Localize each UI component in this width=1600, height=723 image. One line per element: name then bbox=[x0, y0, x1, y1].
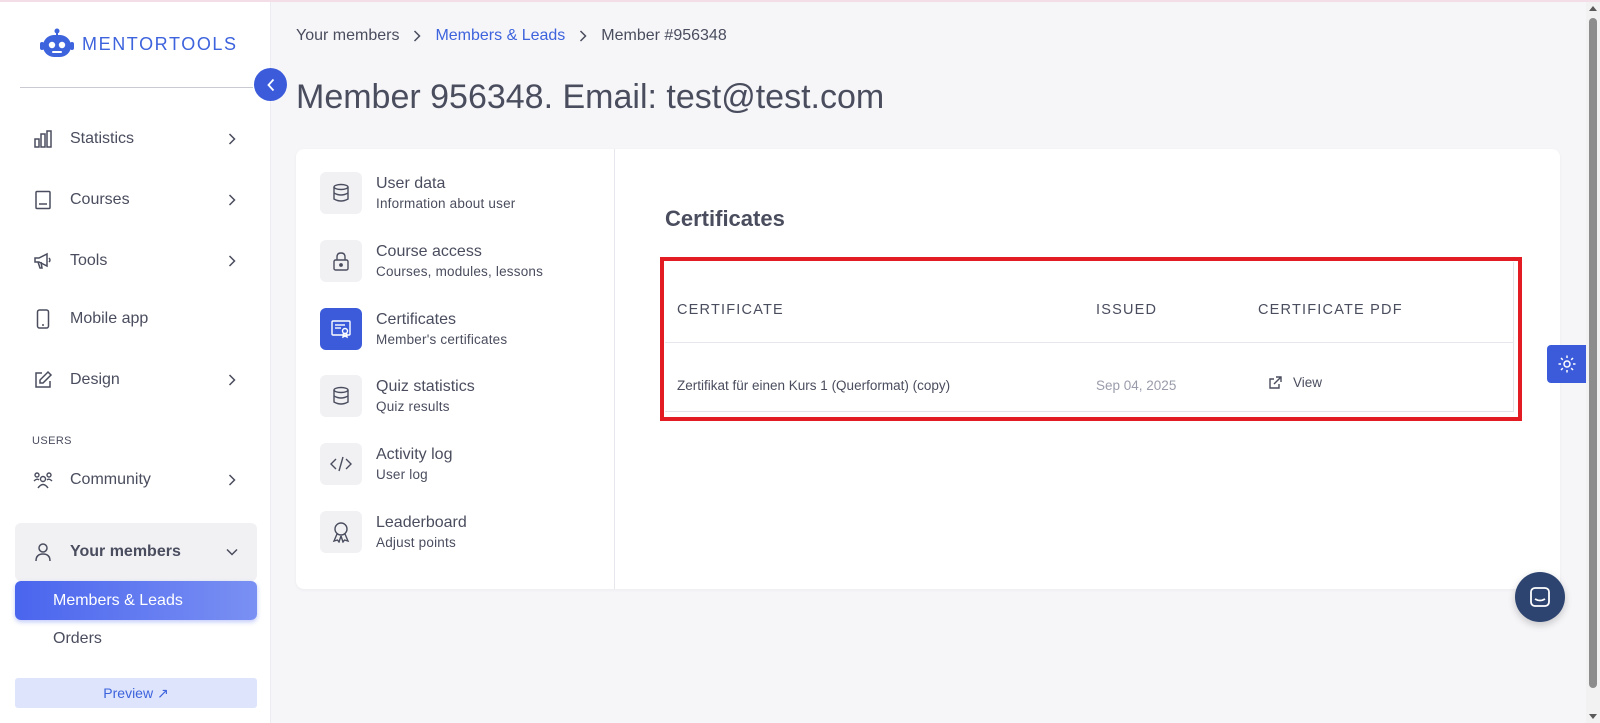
sidebar-item-label: Design bbox=[70, 371, 120, 388]
breadcrumb-current: Member #956348 bbox=[601, 27, 727, 44]
sidebar-item-label: Your members bbox=[70, 543, 181, 560]
sidebar-item-community[interactable]: Community bbox=[20, 460, 253, 500]
page-title: Member 956348. Email: test@test.com bbox=[296, 78, 885, 116]
highlight-box bbox=[660, 257, 1522, 421]
chevron-right-icon bbox=[225, 254, 239, 268]
sidebar-item-label: Tools bbox=[70, 252, 108, 269]
menu-subtitle: Adjust points bbox=[376, 535, 456, 550]
menu-title: Certificates bbox=[376, 311, 457, 328]
scroll-down-arrow[interactable] bbox=[1589, 714, 1597, 719]
member-menu-certificates[interactable]: Certificates Member's certificates bbox=[320, 307, 600, 351]
menu-subtitle: Quiz results bbox=[376, 399, 450, 414]
member-menu-activity-log[interactable]: Activity log User log bbox=[320, 442, 600, 486]
sidebar-divider bbox=[20, 87, 253, 88]
breadcrumb: Your members Members & Leads Member #956… bbox=[296, 27, 727, 45]
robot-logo-icon bbox=[40, 28, 74, 57]
database-icon bbox=[320, 172, 362, 214]
award-icon bbox=[320, 511, 362, 553]
menu-title: Activity log bbox=[376, 446, 453, 463]
sidebar-item-design[interactable]: Design bbox=[20, 360, 253, 400]
member-card: User data Information about user Course … bbox=[296, 149, 1560, 589]
chevron-left-icon bbox=[266, 78, 274, 91]
bar-chart-icon bbox=[32, 128, 54, 150]
menu-subtitle: Courses, modules, lessons bbox=[376, 264, 544, 279]
mobile-icon bbox=[32, 308, 54, 330]
page-scrollbar[interactable] bbox=[1586, 2, 1600, 723]
user-icon bbox=[32, 541, 54, 563]
chat-launcher-button[interactable] bbox=[1515, 572, 1565, 622]
sidebar-item-courses[interactable]: Courses bbox=[20, 180, 253, 220]
chevron-right-icon bbox=[579, 30, 587, 42]
breadcrumb-your-members[interactable]: Your members bbox=[296, 27, 399, 45]
chevron-right-icon bbox=[413, 30, 422, 42]
menu-title: Course access bbox=[376, 243, 482, 260]
book-icon bbox=[32, 189, 54, 211]
megaphone-icon bbox=[32, 250, 54, 272]
chevron-right-icon bbox=[225, 373, 239, 387]
chevron-down-icon bbox=[225, 545, 239, 559]
sidebar-item-label: Statistics bbox=[70, 130, 135, 147]
sidebar-item-label: Community bbox=[70, 471, 151, 488]
code-icon bbox=[320, 443, 362, 485]
chevron-right-icon bbox=[225, 132, 239, 146]
lock-icon bbox=[320, 240, 362, 282]
menu-subtitle: User log bbox=[376, 467, 428, 482]
certificates-heading: Certificates bbox=[665, 206, 785, 231]
edit-icon bbox=[32, 369, 54, 391]
sidebar-subitem-members-leads[interactable]: Members & Leads bbox=[15, 581, 257, 620]
sidebar-item-tools[interactable]: Tools bbox=[20, 241, 253, 281]
gear-icon bbox=[1558, 355, 1575, 373]
menu-title: User data bbox=[376, 175, 446, 192]
sidebar-item-your-members[interactable]: Your members bbox=[20, 532, 253, 572]
sidebar: MENTORTOOLS Statistics Courses Tools Mob… bbox=[0, 2, 271, 723]
brand-logo[interactable]: MENTORTOOLS bbox=[40, 28, 238, 60]
chevron-right-icon bbox=[225, 193, 239, 207]
member-menu-leaderboard[interactable]: Leaderboard Adjust points bbox=[320, 510, 600, 554]
sidebar-subitem-orders[interactable]: Orders bbox=[53, 630, 102, 648]
certificate-icon bbox=[320, 308, 362, 350]
menu-title: Leaderboard bbox=[376, 514, 467, 531]
chevron-right-icon bbox=[225, 473, 239, 487]
member-menu-user-data[interactable]: User data Information about user bbox=[320, 171, 600, 215]
menu-subtitle: Member's certificates bbox=[376, 332, 508, 347]
card-divider bbox=[614, 149, 615, 589]
member-menu-course-access[interactable]: Course access Courses, modules, lessons bbox=[320, 239, 600, 283]
brand-name: MENTORTOOLS bbox=[82, 33, 238, 54]
settings-tab[interactable] bbox=[1547, 345, 1586, 383]
sidebar-collapse-button[interactable] bbox=[254, 68, 287, 101]
sidebar-item-mobile-app[interactable]: Mobile app bbox=[20, 299, 253, 339]
sidebar-item-label: Courses bbox=[70, 191, 130, 208]
member-menu-quiz-statistics[interactable]: Quiz statistics Quiz results bbox=[320, 374, 600, 418]
scroll-thumb[interactable] bbox=[1589, 18, 1597, 688]
menu-subtitle: Information about user bbox=[376, 196, 516, 211]
sidebar-item-statistics[interactable]: Statistics bbox=[20, 119, 253, 159]
people-icon bbox=[32, 469, 54, 491]
scroll-up-arrow[interactable] bbox=[1589, 6, 1597, 11]
preview-button[interactable]: Preview ↗ bbox=[15, 678, 257, 708]
sidebar-item-label: Mobile app bbox=[70, 310, 149, 327]
section-label-users: USERS bbox=[32, 435, 72, 447]
chat-icon bbox=[1530, 587, 1550, 607]
database-icon bbox=[320, 375, 362, 417]
breadcrumb-members-leads[interactable]: Members & Leads bbox=[435, 27, 565, 45]
menu-title: Quiz statistics bbox=[376, 378, 475, 395]
